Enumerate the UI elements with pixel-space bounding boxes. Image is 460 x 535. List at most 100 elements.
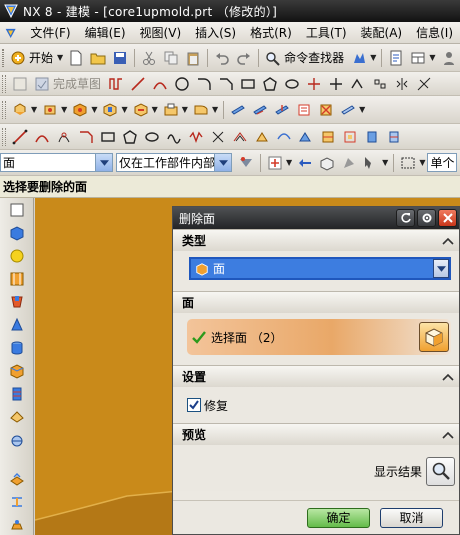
reset-icon[interactable] xyxy=(396,209,415,227)
line-icon[interactable] xyxy=(127,74,149,94)
palette-icon[interactable] xyxy=(0,290,34,313)
start-icon[interactable] xyxy=(7,48,29,68)
undo-icon[interactable] xyxy=(211,48,233,68)
rectangle-select-dropdown-icon[interactable]: ▼ xyxy=(419,158,425,167)
circle-icon[interactable] xyxy=(171,74,193,94)
pull-face-icon[interactable] xyxy=(271,100,293,120)
extrude-icon[interactable] xyxy=(9,100,31,120)
rect-curve-icon[interactable] xyxy=(97,127,119,147)
close-icon[interactable] xyxy=(438,209,457,227)
general-selection-filter-icon[interactable] xyxy=(235,153,257,173)
project-curve-icon[interactable] xyxy=(251,127,273,147)
section-curve-icon[interactable] xyxy=(317,127,339,147)
boss-icon[interactable] xyxy=(99,100,121,120)
collapse-arrow-icon[interactable] xyxy=(437,370,459,384)
select-all-icon[interactable] xyxy=(294,153,316,173)
boss-dropdown-icon[interactable]: ▼ xyxy=(121,105,127,114)
fillet-icon[interactable] xyxy=(193,74,215,94)
unite-dropdown-icon[interactable]: ▼ xyxy=(182,105,188,114)
type-filter-dropdown-icon[interactable] xyxy=(95,154,112,171)
collapse-arrow-icon[interactable] xyxy=(437,428,459,442)
hole-icon[interactable] xyxy=(69,100,91,120)
move-face-icon[interactable] xyxy=(249,100,271,120)
revolve-icon[interactable] xyxy=(39,100,61,120)
selection-mode-select[interactable]: 单个 xyxy=(427,153,458,172)
menu-insert[interactable]: 插入(S) xyxy=(188,24,243,41)
start-dropdown-icon[interactable]: ▼ xyxy=(57,53,63,62)
menu-bar-logo-icon[interactable] xyxy=(4,25,17,41)
basic-line-icon[interactable] xyxy=(9,127,31,147)
roles-icon[interactable] xyxy=(0,405,34,428)
finish-sketch-label[interactable]: 完成草图 xyxy=(53,75,101,92)
system-materials-icon[interactable] xyxy=(0,513,34,535)
trim-curve-icon[interactable] xyxy=(361,127,383,147)
history-icon[interactable] xyxy=(0,382,34,405)
new-file-icon[interactable] xyxy=(65,48,87,68)
rectangle-select-icon[interactable] xyxy=(397,153,419,173)
block-icon[interactable] xyxy=(0,221,34,244)
offset-face-icon[interactable] xyxy=(227,100,249,120)
mirror-curve-icon[interactable] xyxy=(391,74,413,94)
command-finder-icon[interactable] xyxy=(262,48,284,68)
touch-mode-dropdown-icon[interactable]: ▼ xyxy=(370,53,376,62)
cylinder-icon[interactable] xyxy=(0,336,34,359)
show-result-magnifier-icon[interactable] xyxy=(426,456,455,486)
snap-options-icon[interactable] xyxy=(360,153,382,173)
polygon-icon[interactable] xyxy=(259,74,281,94)
chamfer-icon[interactable] xyxy=(215,74,237,94)
constraint-icon[interactable] xyxy=(0,490,34,513)
type-filter-select[interactable]: 面 xyxy=(0,153,113,172)
snap-options-dropdown-icon[interactable]: ▼ xyxy=(382,158,388,167)
offset-curve-icon[interactable] xyxy=(347,74,369,94)
selection-scope-dropdown-icon[interactable] xyxy=(214,154,231,171)
settings-section-header[interactable]: 设置 xyxy=(173,365,459,387)
type-select[interactable]: 面 xyxy=(189,257,451,280)
face-section-header[interactable]: 面 xyxy=(173,291,459,313)
touch-mode-icon[interactable] xyxy=(348,48,370,68)
menu-tools[interactable]: 工具(T) xyxy=(299,24,354,41)
process-studio-icon[interactable] xyxy=(0,467,34,490)
basic-arc-icon[interactable] xyxy=(31,127,53,147)
menu-edit[interactable]: 编辑(E) xyxy=(78,24,133,41)
extract-curve-icon[interactable] xyxy=(339,127,361,147)
point-icon[interactable] xyxy=(303,74,325,94)
pocket-icon[interactable] xyxy=(130,100,152,120)
polygon-curve-icon[interactable] xyxy=(119,127,141,147)
selection-scope-select[interactable]: 仅在工作部件内部 xyxy=(116,153,232,172)
menu-view[interactable]: 视图(V) xyxy=(133,24,189,41)
helix-icon[interactable] xyxy=(185,127,207,147)
unite-icon[interactable] xyxy=(160,100,182,120)
menu-file[interactable]: 文件(F) xyxy=(23,24,77,41)
dialog-title-bar[interactable]: 删除面 xyxy=(173,207,459,229)
pocket-dropdown-icon[interactable]: ▼ xyxy=(152,105,158,114)
point-curve-icon[interactable] xyxy=(53,127,75,147)
profile-icon[interactable] xyxy=(105,74,127,94)
selection-priority-icon[interactable] xyxy=(264,153,286,173)
start-button-label[interactable]: 开始 xyxy=(29,49,53,66)
edge-blend-dropdown-icon[interactable]: ▼ xyxy=(212,105,218,114)
type-section-header[interactable]: 类型 xyxy=(173,229,459,251)
layout-dropdown-icon[interactable]: ▼ xyxy=(429,53,435,62)
rectangle-icon[interactable] xyxy=(237,74,259,94)
select-face-cube-icon[interactable] xyxy=(419,322,449,352)
bridge-curve-icon[interactable] xyxy=(273,127,295,147)
box-select-icon[interactable] xyxy=(0,198,34,221)
selection-priority-dropdown-icon[interactable]: ▼ xyxy=(286,158,292,167)
roles-icon[interactable] xyxy=(438,48,460,68)
select-body-icon[interactable] xyxy=(316,153,338,173)
copy-icon[interactable] xyxy=(160,48,182,68)
command-finder-label[interactable]: 命令查找器 xyxy=(284,49,344,66)
repair-checkbox[interactable]: 修复 xyxy=(187,394,451,416)
finish-sketch-icon[interactable] xyxy=(31,74,53,94)
redo-icon[interactable] xyxy=(233,48,255,68)
assembly-navigator-icon[interactable] xyxy=(0,267,34,290)
collapse-arrow-icon[interactable] xyxy=(437,234,459,248)
ellipse-curve-icon[interactable] xyxy=(141,127,163,147)
arc-icon[interactable] xyxy=(149,74,171,94)
studio-spline-icon[interactable] xyxy=(325,74,347,94)
offset-curve-3d-icon[interactable] xyxy=(229,127,251,147)
save-icon[interactable] xyxy=(109,48,131,68)
ellipse-icon[interactable] xyxy=(281,74,303,94)
extrude-dropdown-icon[interactable]: ▼ xyxy=(31,105,37,114)
text-curve-icon[interactable] xyxy=(207,127,229,147)
